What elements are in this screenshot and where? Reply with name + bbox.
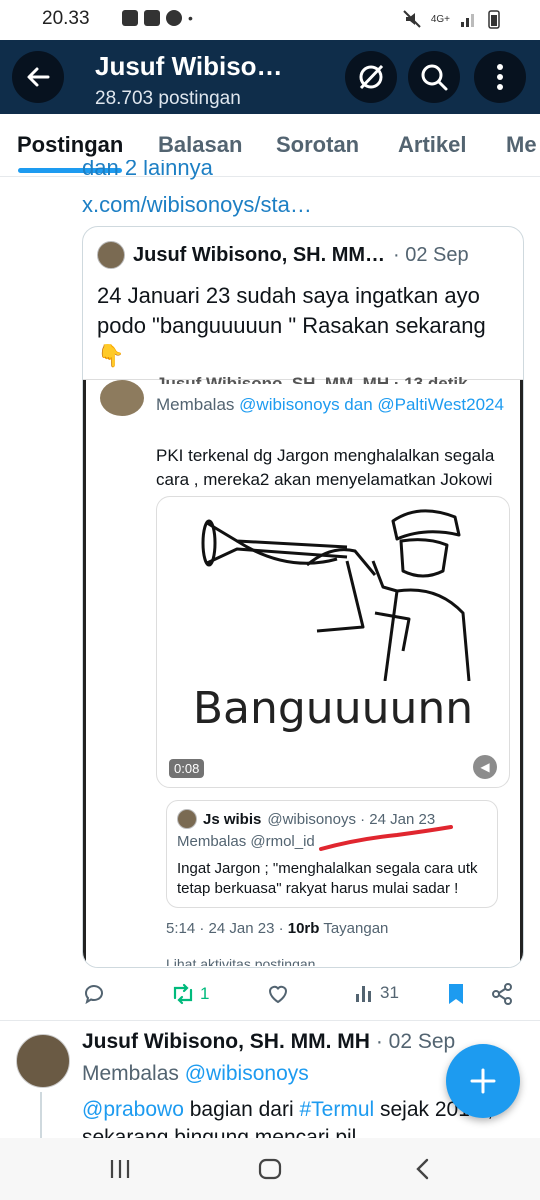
grok-icon: [359, 64, 384, 90]
reply-icon: [85, 985, 103, 1005]
tab-media[interactable]: Me: [506, 132, 537, 158]
search-button[interactable]: [408, 51, 460, 103]
post-actions: 1 31: [82, 978, 522, 1012]
more-button[interactable]: [474, 51, 526, 103]
tab-artikel[interactable]: Artikel: [398, 132, 466, 158]
quoted-post-text: 24 Januari 23 sudah saya ingatkan ayo po…: [97, 283, 486, 368]
bookmark-button[interactable]: [446, 982, 466, 1006]
post-count: 28.703 postingan: [95, 88, 241, 109]
recent-apps-icon[interactable]: [108, 1158, 132, 1180]
views-count: 31: [380, 983, 399, 1002]
back-arrow-icon: [27, 67, 50, 87]
system-nav-bar: [0, 1138, 540, 1200]
inner-quote-text: Ingat Jargon ; "menghalalkan segala cara…: [177, 860, 478, 897]
battery-icon: [488, 10, 500, 29]
tab-sorotan[interactable]: Sorotan: [276, 132, 359, 158]
status-bar: 20.33 • 4G+: [0, 0, 540, 40]
heart-icon: [268, 985, 288, 1004]
screenshot-text: PKI terkenal dg Jargon menghalalkan sega…: [156, 446, 495, 489]
tweet-reply-line: Membalas @wibisonoys: [82, 1062, 309, 1086]
share-button[interactable]: [490, 982, 514, 1006]
back-nav-icon[interactable]: [412, 1158, 432, 1180]
video-duration: 0:08: [169, 759, 205, 778]
dot-icon: •: [188, 10, 193, 26]
quoted-post-card[interactable]: Jusuf Wibisono, SH. MM… · 02 Sep 24 Janu…: [82, 226, 524, 968]
plus-icon: [470, 1068, 496, 1094]
partial-link[interactable]: dan 2 lainnya: [82, 160, 213, 180]
video-media: Banguuuunn 0:08 ◀: [156, 496, 510, 788]
bugler-drawing: [201, 509, 471, 681]
quoted-date: · 02 Sep: [393, 243, 469, 266]
inner-quote-name: Js wibis: [203, 810, 262, 828]
profile-tabs: Postingan Balasan Sorotan Artikel Me: [0, 114, 540, 177]
search-icon: [421, 64, 448, 91]
red-underline-annotation: [319, 825, 453, 851]
hashtag-link[interactable]: #Termul: [299, 1098, 374, 1121]
views-icon: [356, 986, 371, 1002]
avatar[interactable]: [16, 1034, 70, 1088]
mention-link[interactable]: @prabowo: [82, 1098, 184, 1121]
embedded-screenshot[interactable]: Jusuf Wibisono, SH. MM. MH · 13 detik Me…: [83, 374, 523, 967]
avatar: [100, 380, 144, 416]
reply-prefix: Membalas: [156, 395, 235, 414]
profile-header: Jusuf Wibiso… 28.703 postingan: [0, 40, 540, 114]
divider: [0, 1020, 540, 1021]
quoted-author: Jusuf Wibisono, SH. MM…: [133, 243, 386, 266]
thread-line: [40, 1092, 42, 1138]
screenshot-activity: Lihat aktivitas postingan: [166, 956, 316, 966]
reply-handles: @wibisonoys dan @PaltiWest2024: [239, 395, 504, 414]
post-link[interactable]: x.com/wibisonoys/sta…: [82, 192, 312, 218]
repost-icon: [173, 983, 193, 1005]
like-button[interactable]: [266, 982, 290, 1006]
clock-icon: [122, 10, 138, 26]
inner-quote-reply: Membalas @rmol_id: [177, 833, 315, 850]
profile-name: Jusuf Wibiso…: [95, 51, 283, 81]
tweet-date: · 02 Sep: [375, 1030, 456, 1053]
network-label: 4G+: [430, 13, 450, 25]
inner-quoted-post: Js wibis @wibisonoys · 24 Jan 23 Membala…: [166, 800, 498, 908]
compose-button[interactable]: [446, 1044, 520, 1118]
chat-icon: [166, 10, 182, 26]
back-button[interactable]: [12, 51, 64, 103]
avatar: [97, 241, 125, 269]
repost-count: 1: [200, 984, 210, 1003]
screenshot-reply-line: Membalas @wibisonoys dan @PaltiWest2024: [156, 394, 504, 416]
views-button[interactable]: 31: [354, 982, 399, 1004]
screenshot-header: Jusuf Wibisono, SH. MM. MH · 13 detik: [156, 374, 468, 384]
tab-postingan[interactable]: Postingan: [17, 132, 123, 158]
status-time: 20.33: [42, 8, 90, 29]
tweet-author[interactable]: Jusuf Wibisono, SH. MM. MH: [82, 1030, 370, 1053]
tab-balasan[interactable]: Balasan: [158, 132, 242, 158]
tweet-header: Jusuf Wibisono, SH. MM. MH · 02 Sep: [82, 1030, 455, 1054]
bookmark-icon: [449, 984, 463, 1004]
meta-views: 10rb: [287, 920, 320, 937]
grok-button[interactable]: [345, 51, 397, 103]
screenshot-meta: 5:14 · 24 Jan 23 · 10rb Tayangan: [166, 920, 388, 937]
repost-button[interactable]: 1: [170, 982, 209, 1006]
tweet-text-part: bagian dari: [183, 1098, 300, 1121]
reply-handle[interactable]: @wibisonoys: [185, 1062, 309, 1085]
avatar: [177, 809, 197, 829]
image-icon: [144, 10, 160, 26]
home-icon[interactable]: [258, 1158, 282, 1180]
mute-icon: [403, 10, 421, 28]
media-caption: Banguuuunn: [192, 683, 474, 734]
more-vertical-icon: [497, 64, 503, 90]
meta-views-label: Tayangan: [319, 920, 389, 937]
reply-button[interactable]: [82, 982, 106, 1006]
meta-time: 5:14 · 24 Jan 23 ·: [166, 920, 288, 937]
screenshot-frame: Jusuf Wibisono, SH. MM. MH · 13 detik Me…: [83, 374, 523, 967]
signal-icon: [461, 14, 474, 27]
notification-icons: •: [122, 10, 193, 26]
share-icon: [492, 983, 512, 1005]
mute-icon[interactable]: ◀: [473, 755, 497, 779]
reply-prefix: Membalas: [82, 1062, 179, 1085]
system-icons: 4G+: [403, 9, 500, 29]
quoted-post-header: Jusuf Wibisono, SH. MM… · 02 Sep: [97, 241, 469, 269]
